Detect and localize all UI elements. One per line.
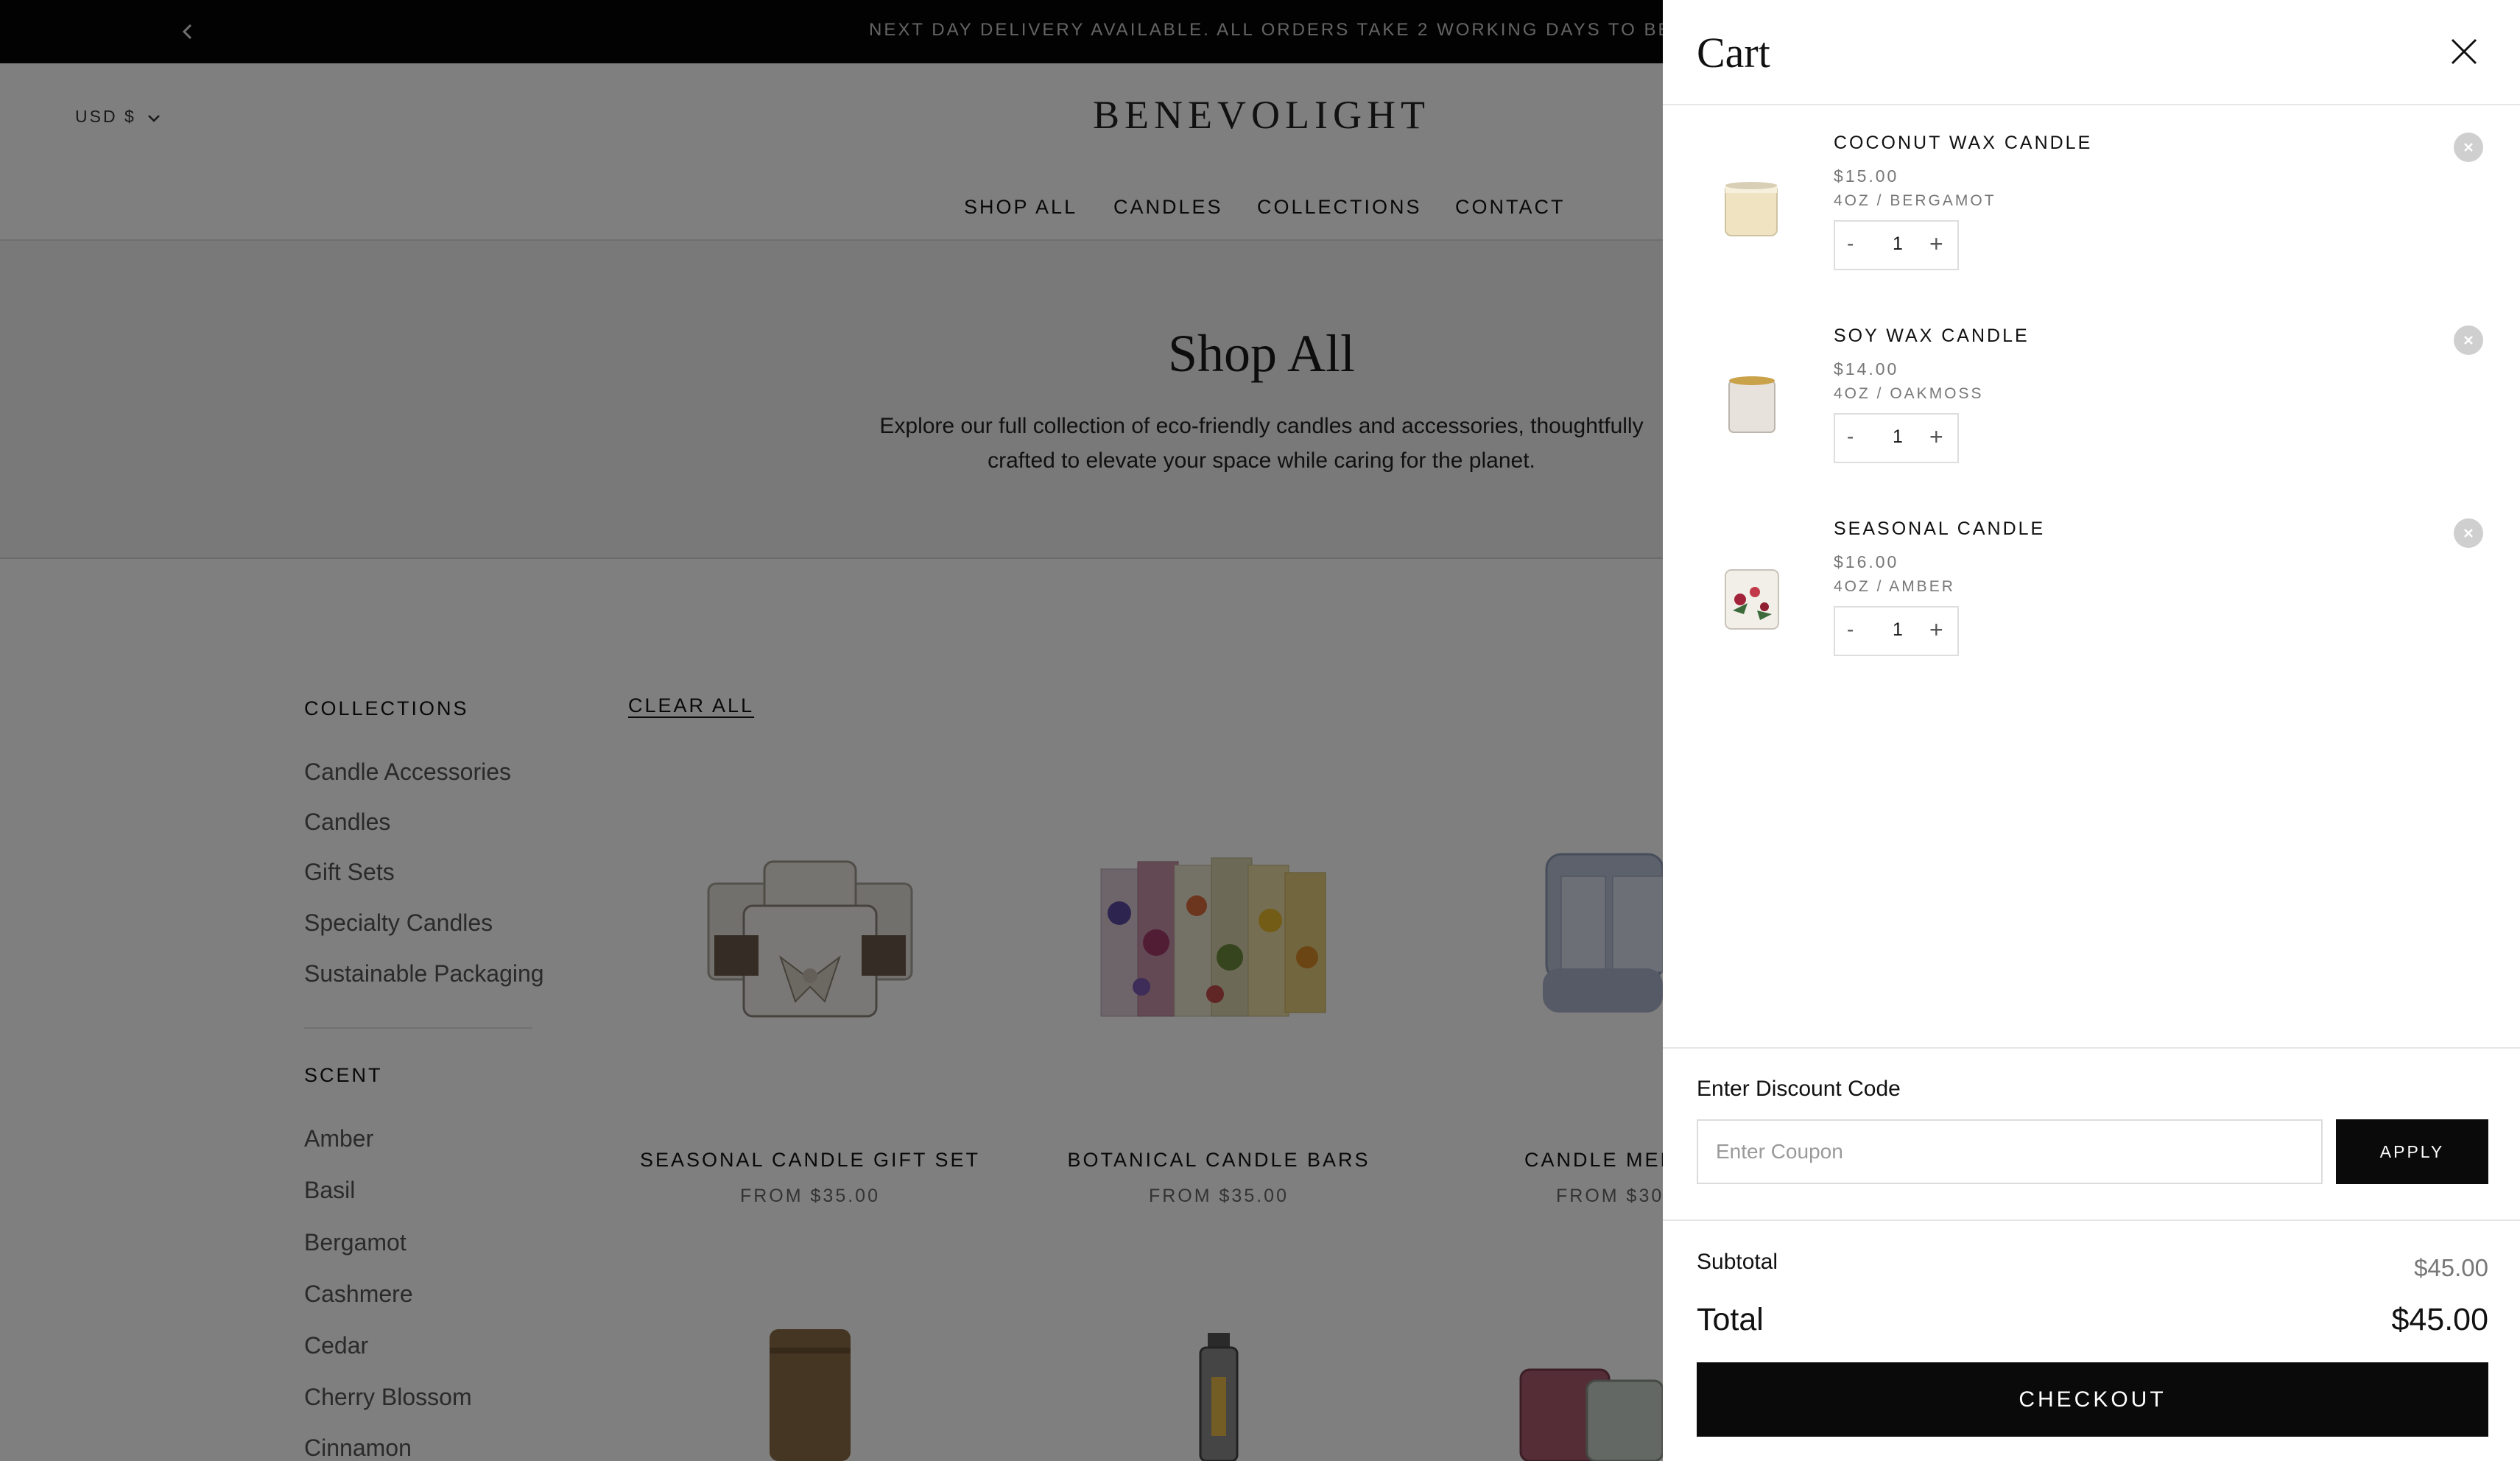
checkout-button[interactable]: CHECKOUT [1697,1362,2488,1437]
quantity-increase-button[interactable]: + [1929,230,1943,258]
quantity-stepper: - 1 + [1834,606,1959,656]
quantity-increase-button[interactable]: + [1929,423,1943,451]
cart-item-price: $14.00 [1834,359,1899,379]
cart-item: SOY WAX CANDLE $14.00 4OZ / OAKMOSS - 1 … [1663,325,2520,487]
remove-item-icon[interactable] [2454,518,2483,548]
coconut-candle-thumbnail [1725,182,1778,236]
cart-item-price: $16.00 [1834,552,1899,571]
total-value: $45.00 [2391,1302,2488,1337]
cart-item-variant: 4OZ / BERGAMOT [1834,192,1996,209]
apply-button[interactable]: APPLY [2336,1119,2488,1184]
quantity-increase-button[interactable]: + [1929,616,1943,644]
remove-item-icon[interactable] [2454,133,2483,162]
quantity-stepper: - 1 + [1834,220,1959,270]
cart-header-divider [1663,104,2520,105]
subtotal-label: Subtotal [1697,1250,1778,1274]
cart-item-variant: 4OZ / AMBER [1834,578,1955,595]
soy-candle-thumbnail [1728,376,1775,433]
cart-item-variant: 4OZ / OAKMOSS [1834,385,1984,402]
cart-item-price: $15.00 [1834,166,1899,186]
cart-title: Cart [1697,29,1770,77]
seasonal-candle-thumbnail [1725,569,1779,630]
quantity-stepper: - 1 + [1834,413,1959,463]
discount-label: Enter Discount Code [1697,1077,1901,1101]
subtotal-value: $45.00 [2414,1254,2488,1281]
cart-item-name[interactable]: SEASONAL CANDLE [1834,518,2045,540]
cart-item-name[interactable]: SOY WAX CANDLE [1834,325,2030,347]
coupon-input[interactable] [1697,1119,2323,1184]
cart-item: SEASONAL CANDLE $16.00 4OZ / AMBER - 1 + [1663,518,2520,680]
cart-divider [1663,1047,2520,1049]
total-label: Total [1697,1302,1764,1337]
cart-drawer: Cart COCONUT WAX CANDLE $15.00 4OZ / BER… [1663,0,2520,1461]
cart-item-name[interactable]: COCONUT WAX CANDLE [1834,133,2092,154]
close-icon[interactable] [2449,37,2479,66]
page-overlay[interactable] [0,0,1663,1461]
cart-divider [1663,1219,2520,1221]
cart-item: COCONUT WAX CANDLE $15.00 4OZ / BERGAMOT… [1663,133,2520,295]
remove-item-icon[interactable] [2454,325,2483,355]
